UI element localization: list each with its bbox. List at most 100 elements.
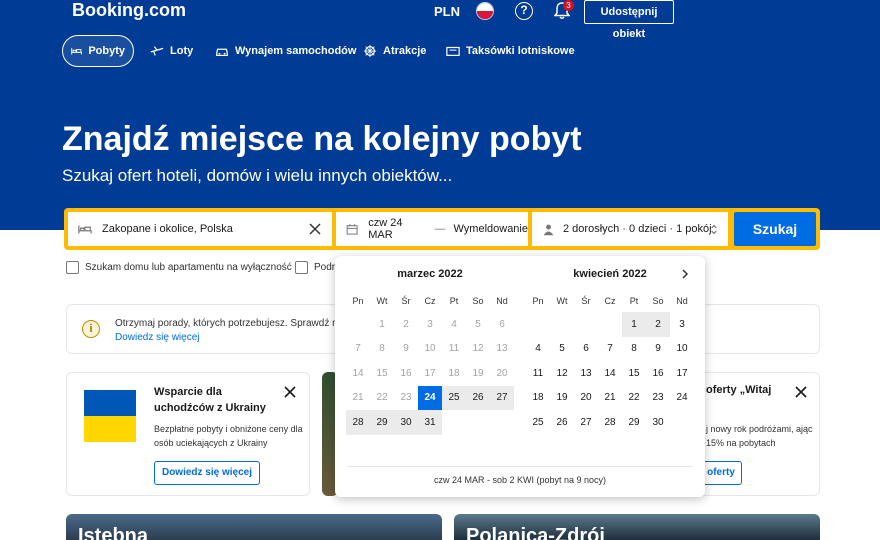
close-icon[interactable]	[283, 385, 297, 399]
weekday-label: Nd	[496, 296, 508, 306]
empty-cell	[526, 312, 550, 337]
calendar-day[interactable]: 24	[418, 385, 442, 410]
tab-stays[interactable]: Pobyty	[62, 35, 134, 67]
checkbox-box[interactable]	[66, 261, 79, 274]
calendar-day[interactable]: 8	[622, 337, 646, 362]
calendar-day[interactable]: 10	[670, 337, 694, 362]
calendar-day[interactable]: 28	[598, 410, 622, 435]
calendar-day: 19	[472, 367, 484, 379]
calendar-day[interactable]: 18	[526, 386, 550, 411]
month-title: kwiecień 2022	[573, 268, 647, 280]
calendar-day: 16	[400, 367, 412, 379]
calendar-day[interactable]: 22	[622, 386, 646, 411]
tab-car-rental[interactable]: Wynajem samochodów	[207, 35, 364, 67]
calendar-day[interactable]: 13	[574, 361, 598, 386]
calendar-day[interactable]: 19	[550, 386, 574, 411]
weekday-label: Wt	[556, 296, 568, 306]
ukraine-card-title: Wsparcie dla uchodźców z Ukrainy	[154, 386, 266, 414]
weekday-label: Pn	[532, 296, 544, 306]
calendar-day[interactable]: 5	[550, 337, 574, 362]
promo-card-title: oferty „Witaj	[706, 384, 772, 396]
month-title: marzec 2022	[397, 268, 463, 280]
close-icon[interactable]	[794, 385, 808, 399]
tab-airport-taxis[interactable]: Taksówki lotniskowe	[438, 35, 583, 67]
tab-flights-label: Loty	[170, 45, 194, 57]
calendar-day[interactable]: 21	[598, 386, 622, 411]
tab-flights[interactable]: Loty	[142, 35, 201, 67]
calendar-day[interactable]: 25	[526, 410, 550, 435]
calendar-day[interactable]: 24	[670, 386, 694, 411]
calendar-day[interactable]: 17	[670, 361, 694, 386]
apartment-only-checkbox[interactable]: Szukam domu lub apartamentu na wyłącznoś…	[66, 261, 292, 274]
date-separator: —	[434, 223, 446, 235]
calendar-day: 22	[376, 392, 388, 404]
calendar-day[interactable]: 26	[550, 410, 574, 435]
calendar-day[interactable]: 26	[466, 385, 490, 410]
calendar-day: 20	[496, 367, 508, 379]
clear-destination-icon[interactable]	[308, 222, 322, 236]
attractions-icon	[363, 44, 377, 58]
calendar-day[interactable]: 29	[622, 410, 646, 435]
calendar-day[interactable]: 31	[418, 410, 442, 435]
calendar-day[interactable]: 14	[598, 361, 622, 386]
second-checkbox[interactable]: Podró	[295, 261, 341, 274]
help-icon[interactable]: ?	[515, 2, 533, 20]
weekday-header: Pn Wt Śr Cz Pt So Nd	[526, 296, 694, 306]
empty-cell	[550, 312, 574, 337]
person-icon	[543, 224, 554, 235]
chevron-right-icon[interactable]	[679, 268, 691, 280]
language-flag-icon[interactable]	[476, 2, 494, 20]
calendar-day[interactable]: 30	[646, 410, 670, 435]
calendar-day: 3	[427, 318, 433, 330]
calendar-day[interactable]: 12	[550, 361, 574, 386]
calendar-day[interactable]: 23	[646, 386, 670, 411]
weekday-label: Śr	[581, 296, 591, 306]
calendar-day: 10	[424, 343, 436, 355]
calendar-day[interactable]: 16	[646, 361, 670, 386]
calendar-day[interactable]: 4	[526, 337, 550, 362]
destination-name: Polanica-Zdrój	[466, 525, 605, 540]
weekday-label: Nd	[676, 296, 688, 306]
calendar-day: 21	[352, 392, 364, 404]
destination-photo-polanica[interactable]: Polanica-Zdrój	[454, 514, 820, 540]
ukraine-learn-more-button[interactable]: Dowiedz się więcej	[154, 461, 260, 485]
weekday-label: Pt	[449, 296, 459, 306]
travel-advice-link[interactable]: Dowiedz się więcej	[115, 332, 199, 343]
calendar-day[interactable]: 6	[574, 337, 598, 362]
destination-photo-istebna[interactable]: Istebna	[66, 514, 442, 540]
calendar-day[interactable]: 25	[442, 385, 466, 410]
info-icon: i	[82, 320, 100, 338]
guests-field[interactable]: 2 dorosłych · 0 dzieci · 1 pokój	[532, 212, 728, 246]
calendar-day[interactable]: 27	[490, 385, 514, 410]
calendar-day: 23	[400, 392, 412, 404]
taxi-icon	[446, 46, 460, 56]
calendar-day[interactable]: 29	[370, 410, 394, 435]
calendar-day[interactable]: 15	[622, 361, 646, 386]
calendar-day[interactable]: 2	[646, 312, 670, 337]
calendar-day[interactable]: 30	[394, 410, 418, 435]
calendar-day[interactable]: 20	[574, 386, 598, 411]
calendar-day[interactable]: 3	[670, 312, 694, 337]
checkbox-box[interactable]	[295, 261, 308, 274]
tab-attractions[interactable]: Atrakcje	[355, 35, 434, 67]
destination-field[interactable]: Zakopane i okolice, Polska	[68, 212, 332, 246]
notification-badge: 3	[563, 0, 574, 11]
calendar-day: 14	[352, 367, 364, 379]
car-icon	[216, 48, 228, 56]
calendar-day[interactable]: 7	[598, 337, 622, 362]
booking-logo[interactable]: Booking.com	[72, 0, 186, 21]
date-field[interactable]: czw 24 MAR — Wymeldowanie	[334, 210, 530, 248]
weekday-label: Wt	[376, 296, 388, 306]
share-property-button[interactable]: Udostępnij obiekt	[584, 0, 674, 40]
weekday-header: Pn Wt Śr Cz Pt So Nd	[346, 296, 514, 306]
calendar-day: 11	[448, 343, 460, 355]
currency-selector[interactable]: PLN	[434, 4, 460, 19]
calendar-day[interactable]: 11	[526, 361, 550, 386]
calendar-day[interactable]: 1	[622, 312, 646, 337]
calendar-day[interactable]: 27	[574, 410, 598, 435]
promo-card-desc: j nowy rok podróżami, ając 15% na pobyta…	[706, 424, 813, 448]
calendar-day[interactable]: 28	[346, 410, 370, 435]
promo-offers-button[interactable]: oferty	[700, 461, 742, 485]
search-button[interactable]: Szukaj	[734, 212, 816, 246]
calendar-day[interactable]: 9	[646, 337, 670, 362]
